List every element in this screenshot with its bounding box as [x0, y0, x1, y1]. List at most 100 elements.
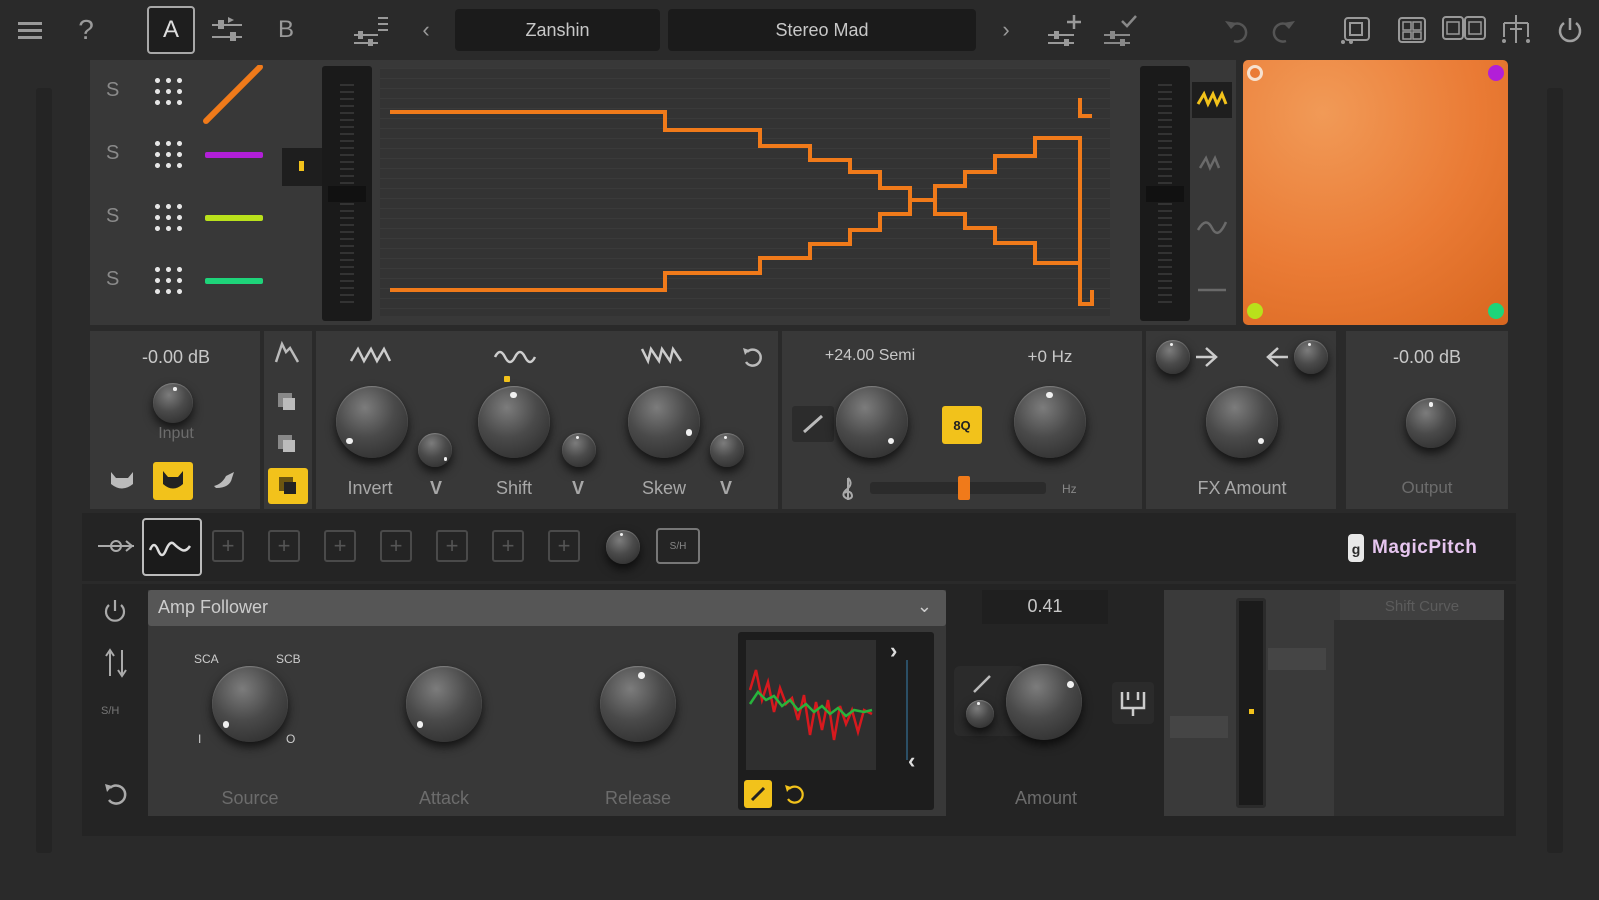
routing-icon[interactable]	[1496, 10, 1536, 50]
scope-expand-icon[interactable]: ›	[890, 638, 897, 664]
grid-icon[interactable]	[152, 75, 184, 107]
scope-link-button[interactable]	[744, 780, 772, 808]
mod-direction-icon[interactable]	[104, 646, 128, 680]
mod-route-icon[interactable]	[96, 536, 136, 556]
attack-knob[interactable]	[406, 666, 482, 742]
copy-a-to-b-icon[interactable]	[207, 10, 247, 50]
envelope-icon[interactable]	[272, 338, 302, 368]
xy-corner-orange[interactable]	[1247, 65, 1263, 81]
mod-sh-side-label[interactable]: S/H	[101, 705, 119, 717]
xy-corner-yellow[interactable]	[1247, 303, 1263, 319]
waveform-option-flat-icon[interactable]	[1192, 275, 1232, 305]
skew-chevron[interactable]: V	[714, 478, 738, 499]
shift-upper-value-box[interactable]	[1268, 648, 1326, 670]
input-knob[interactable]	[153, 383, 193, 423]
preset-bank-field[interactable]: Zanshin	[455, 9, 660, 51]
grid-icon[interactable]	[152, 201, 184, 233]
preset-name-field[interactable]: Stereo Mad	[668, 9, 976, 51]
source-knob[interactable]	[212, 666, 288, 742]
window-size-small-icon[interactable]	[1336, 10, 1376, 50]
hz-knob[interactable]	[1014, 386, 1086, 458]
save-preset-icon[interactable]	[1100, 10, 1140, 50]
amount-value[interactable]: 0.41	[982, 596, 1108, 617]
hamburger-menu-icon[interactable]	[10, 10, 50, 50]
output-knob[interactable]	[1406, 398, 1456, 448]
layer-active-button[interactable]	[268, 468, 308, 504]
invert-mod-knob[interactable]	[418, 433, 452, 467]
pitch-range-slider[interactable]	[870, 476, 1046, 500]
mod-global-knob[interactable]	[606, 530, 640, 564]
output-value[interactable]: -0.00 dB	[1346, 347, 1508, 368]
shift-mod-knob[interactable]	[562, 433, 596, 467]
power-icon[interactable]	[1550, 10, 1590, 50]
xy-corner-purple[interactable]	[1488, 65, 1504, 81]
pitch-curve-graph[interactable]	[380, 68, 1110, 316]
lane-2[interactable]: S	[100, 130, 270, 180]
right-range-meter[interactable]	[1140, 66, 1190, 321]
fx-amount-knob[interactable]	[1206, 386, 1278, 458]
left-range-meter[interactable]	[322, 66, 372, 321]
pitch-range-handle[interactable]	[958, 476, 970, 500]
mod-power-icon[interactable]	[102, 598, 128, 624]
scope-collapse-icon[interactable]: ‹	[908, 748, 915, 774]
xy-corner-green[interactable]	[1488, 303, 1504, 319]
shift-lower-value-box[interactable]	[1170, 716, 1228, 738]
add-mod-slot-button[interactable]: +	[436, 530, 468, 562]
slot-a-button[interactable]: A	[147, 6, 195, 54]
lane-3[interactable]: S	[100, 193, 270, 243]
shift-chevron[interactable]: V	[566, 478, 590, 499]
add-mod-slot-button[interactable]: +	[324, 530, 356, 562]
amount-depth-knob[interactable]	[966, 700, 994, 728]
slot-b-button[interactable]: B	[266, 6, 306, 54]
mod-slot-amp-follower[interactable]	[142, 518, 202, 576]
waveform-option-active[interactable]	[1192, 82, 1232, 118]
preset-list-icon[interactable]	[350, 10, 390, 50]
add-preset-icon[interactable]	[1044, 10, 1084, 50]
semi-knob[interactable]	[836, 386, 908, 458]
window-size-large-icon[interactable]	[1440, 10, 1488, 50]
fx-right-knob[interactable]	[1294, 340, 1328, 374]
lane-solo-label[interactable]: S	[106, 268, 119, 291]
mode-bird-icon[interactable]	[210, 466, 240, 494]
lane-solo-label[interactable]: S	[106, 205, 119, 228]
input-value[interactable]: -0.00 dB	[96, 347, 256, 368]
amount-knob[interactable]	[1006, 664, 1082, 740]
shift-knob[interactable]	[478, 386, 550, 458]
add-mod-slot-button[interactable]: +	[548, 530, 580, 562]
lane-1[interactable]: S	[100, 65, 270, 124]
redo-icon[interactable]	[1264, 10, 1304, 50]
undo-icon[interactable]	[1216, 10, 1256, 50]
release-knob[interactable]	[600, 666, 676, 742]
waveform-option-saw-icon[interactable]	[1192, 148, 1232, 178]
quantize-button[interactable]: 8Q	[942, 406, 982, 444]
add-mod-slot-button[interactable]: +	[268, 530, 300, 562]
hz-value[interactable]: +0 Hz	[990, 347, 1110, 367]
grid-icon[interactable]	[152, 138, 184, 170]
depth-slash-icon[interactable]	[970, 672, 994, 696]
add-mod-slot-button[interactable]: +	[492, 530, 524, 562]
scope-reset-icon[interactable]	[782, 782, 806, 806]
layer-alt-icon[interactable]	[275, 432, 299, 456]
mode-face-button[interactable]	[153, 462, 193, 500]
shift-curve-area[interactable]	[1334, 620, 1504, 816]
fx-left-knob[interactable]	[1156, 340, 1190, 374]
amount-routing-button[interactable]	[1112, 682, 1154, 724]
modulator-type-dropdown[interactable]: Amp Follower ⌄	[148, 590, 946, 626]
layer-icon[interactable]	[275, 390, 299, 414]
invert-chevron[interactable]: V	[424, 478, 448, 499]
shift-amount-slider[interactable]	[1236, 598, 1266, 808]
mod-reset-icon[interactable]	[102, 780, 130, 808]
mode-cat-icon[interactable]	[108, 468, 136, 492]
sample-hold-button[interactable]: S/H	[656, 528, 700, 564]
lane-4[interactable]: S	[100, 256, 270, 306]
lane-tab-selected[interactable]	[282, 148, 322, 186]
waveform-option-sine-icon[interactable]	[1192, 210, 1232, 240]
preset-prev-button[interactable]: ‹	[406, 10, 446, 50]
reset-shape-icon[interactable]	[740, 345, 764, 369]
pitch-link-button[interactable]	[792, 406, 834, 442]
invert-knob[interactable]	[336, 386, 408, 458]
add-mod-slot-button[interactable]: +	[212, 530, 244, 562]
xy-pad[interactable]	[1243, 60, 1508, 325]
grid-icon[interactable]	[152, 264, 184, 296]
lane-solo-label[interactable]: S	[106, 79, 119, 102]
